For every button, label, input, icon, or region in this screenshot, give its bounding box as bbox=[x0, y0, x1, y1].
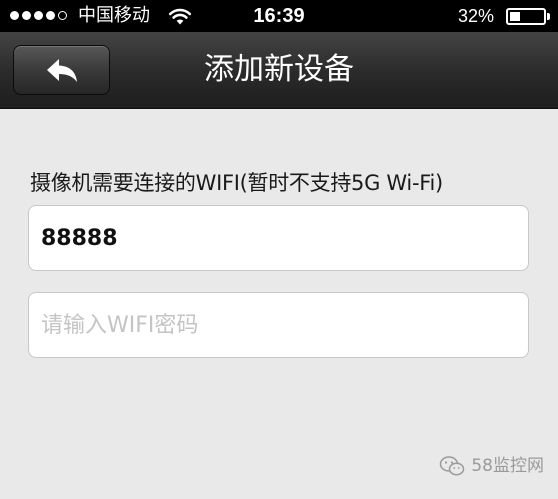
page-title: 添加新设备 bbox=[204, 52, 354, 87]
watermark-text: 58监控网 bbox=[471, 456, 544, 476]
wifi-field-label: 摄像机需要连接的WIFI(暂时不支持5G Wi-Fi) bbox=[30, 171, 443, 195]
battery-percentage: 32% bbox=[457, 6, 494, 26]
add-device-screen: 中国移动 16:39 32% 添加新设备 摄像机需要连接的WIFI(暂时不支持5… bbox=[0, 0, 558, 499]
wechat-logo-icon bbox=[440, 456, 465, 476]
watermark: 58监控网 bbox=[439, 455, 544, 477]
wifi-ssid-input[interactable] bbox=[28, 205, 529, 271]
navigation-bar: 添加新设备 bbox=[0, 32, 558, 109]
status-bar: 中国移动 16:39 32% bbox=[0, 0, 558, 32]
battery-level-fill bbox=[510, 12, 520, 21]
wifi-password-input[interactable] bbox=[28, 292, 529, 358]
battery-icon bbox=[506, 8, 550, 25]
